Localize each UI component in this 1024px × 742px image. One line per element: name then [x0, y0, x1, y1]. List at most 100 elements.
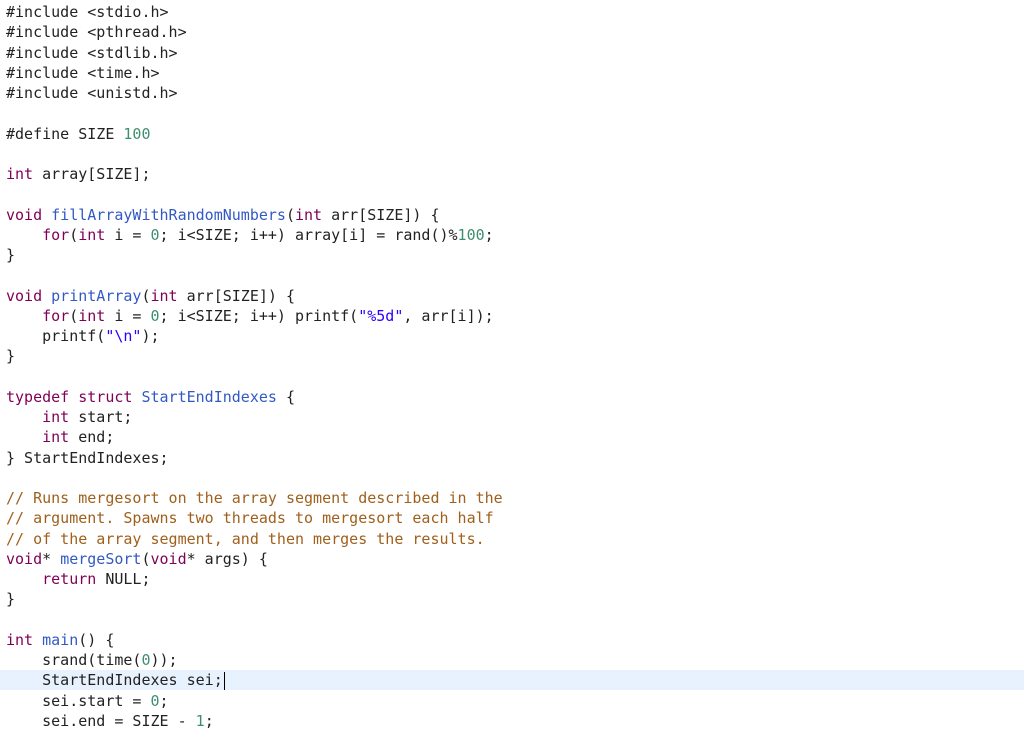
code-token: arr[SIZE]) { [322, 205, 440, 224]
code-token: void [6, 286, 43, 305]
code-token: 100 [457, 225, 485, 244]
code-token: fillArrayWithRandomNumbers [51, 205, 286, 224]
code-line[interactable] [0, 144, 1024, 164]
code-token: , arr[i]); [403, 306, 494, 325]
code-token: #include <pthread.h> [6, 23, 187, 42]
code-token: array[SIZE]; [33, 165, 151, 183]
code-line[interactable]: return NULL; [0, 569, 1024, 589]
code-token: "%5d" [358, 306, 404, 325]
code-line[interactable]: for(int i = 0; i<SIZE; i++) printf("%5d"… [0, 306, 1024, 326]
code-line[interactable]: int start; [0, 407, 1024, 427]
code-token: * [42, 549, 61, 568]
code-token: () { [78, 630, 115, 649]
code-token: StartEndIndexes sei; [6, 671, 223, 690]
code-token: void [6, 549, 43, 568]
code-token: int [42, 428, 70, 447]
code-token: // of the array segment, and then merges… [6, 529, 485, 548]
code-line[interactable]: } [0, 346, 1024, 366]
code-token: // argument. Spawns two threads to merge… [6, 509, 494, 528]
code-token: int [6, 630, 34, 649]
text-cursor [223, 671, 225, 690]
code-line[interactable]: } [0, 245, 1024, 265]
code-line[interactable] [0, 184, 1024, 204]
code-token: main [42, 630, 79, 649]
code-token: sei.start = [6, 691, 151, 710]
code-line[interactable]: #include <unistd.h> [0, 83, 1024, 103]
code-token: i = [105, 306, 151, 325]
code-token: #include <time.h> [6, 63, 160, 82]
code-token: #define SIZE [6, 124, 124, 143]
code-line[interactable]: StartEndIndexes sei; [0, 670, 1024, 691]
code-token: start; [69, 408, 133, 426]
code-line[interactable]: srand(time(0)); [0, 650, 1024, 670]
code-line[interactable]: // of the array segment, and then merges… [0, 529, 1024, 549]
code-line[interactable]: #include <stdio.h> [0, 2, 1024, 22]
code-line[interactable]: #include <pthread.h> [0, 22, 1024, 42]
code-line[interactable]: sei.end = SIZE - 1; [0, 711, 1024, 731]
code-token: } [6, 347, 16, 366]
code-token: ( [69, 306, 79, 325]
code-token: void [150, 549, 187, 568]
code-line[interactable]: printf("\n"); [0, 326, 1024, 346]
code-token: 100 [123, 124, 151, 143]
code-line[interactable]: #include <stdlib.h> [0, 43, 1024, 63]
code-token: ); [141, 327, 160, 345]
code-token: #include <stdio.h> [6, 3, 169, 21]
code-line[interactable]: int end; [0, 427, 1024, 447]
code-token: ; [484, 225, 494, 244]
code-token: 0 [150, 306, 160, 325]
code-token: ( [141, 549, 151, 568]
code-token: i = [105, 225, 151, 244]
code-line[interactable]: int array[SIZE]; [0, 164, 1024, 184]
code-token: printArray [51, 286, 142, 305]
code-line[interactable]: void printArray(int arr[SIZE]) { [0, 286, 1024, 306]
code-token: NULL; [96, 570, 151, 588]
code-editor[interactable]: #include <stdio.h> #include <pthread.h> #i… [0, 0, 1024, 742]
code-token: for [42, 306, 70, 325]
code-line[interactable]: void* mergeSort(void* args) { [0, 549, 1024, 569]
code-token: return [42, 570, 97, 588]
code-token: mergeSort [60, 549, 142, 568]
code-token: } StartEndIndexes; [6, 448, 169, 467]
code-token: int [78, 306, 106, 325]
code-token: )); [150, 651, 178, 669]
code-line[interactable]: for(int i = 0; i<SIZE; i++) array[i] = r… [0, 225, 1024, 245]
code-line[interactable]: sei.start = 0; [0, 691, 1024, 711]
code-token: 0 [150, 691, 160, 710]
code-line[interactable]: void fillArrayWithRandomNumbers(int arr[… [0, 205, 1024, 225]
code-line[interactable] [0, 103, 1024, 123]
code-token: #include <stdlib.h> [6, 43, 178, 62]
code-token: for [42, 225, 70, 244]
code-line[interactable]: } StartEndIndexes; [0, 448, 1024, 468]
code-line[interactable]: int main() { [0, 630, 1024, 650]
code-line[interactable]: #define SIZE 100 [0, 124, 1024, 144]
code-token: int [6, 165, 34, 183]
code-token: #include <unistd.h> [6, 84, 178, 102]
code-line[interactable]: // argument. Spawns two threads to merge… [0, 508, 1024, 528]
code-token: ( [69, 225, 79, 244]
code-line[interactable]: } [0, 589, 1024, 609]
code-line[interactable]: #include <time.h> [0, 63, 1024, 83]
code-token: int [295, 205, 323, 224]
code-token: ( [141, 286, 151, 305]
code-line[interactable] [0, 367, 1024, 387]
code-token: ; i<SIZE; i++) array[i] = rand()% [159, 225, 458, 244]
code-token: printf( [6, 327, 106, 345]
code-token: 1 [195, 711, 205, 730]
code-token: } [6, 246, 16, 264]
code-token: end; [69, 428, 115, 447]
code-token: 0 [141, 651, 151, 669]
code-token: int [42, 408, 70, 426]
code-line[interactable] [0, 468, 1024, 488]
code-token: ; [159, 691, 169, 710]
code-line[interactable] [0, 610, 1024, 630]
code-line[interactable] [0, 265, 1024, 285]
code-line[interactable]: typedef struct StartEndIndexes { [0, 387, 1024, 407]
code-token: { [276, 387, 295, 406]
code-token: int [78, 225, 106, 244]
code-line[interactable]: // Runs mergesort on the array segment d… [0, 488, 1024, 508]
